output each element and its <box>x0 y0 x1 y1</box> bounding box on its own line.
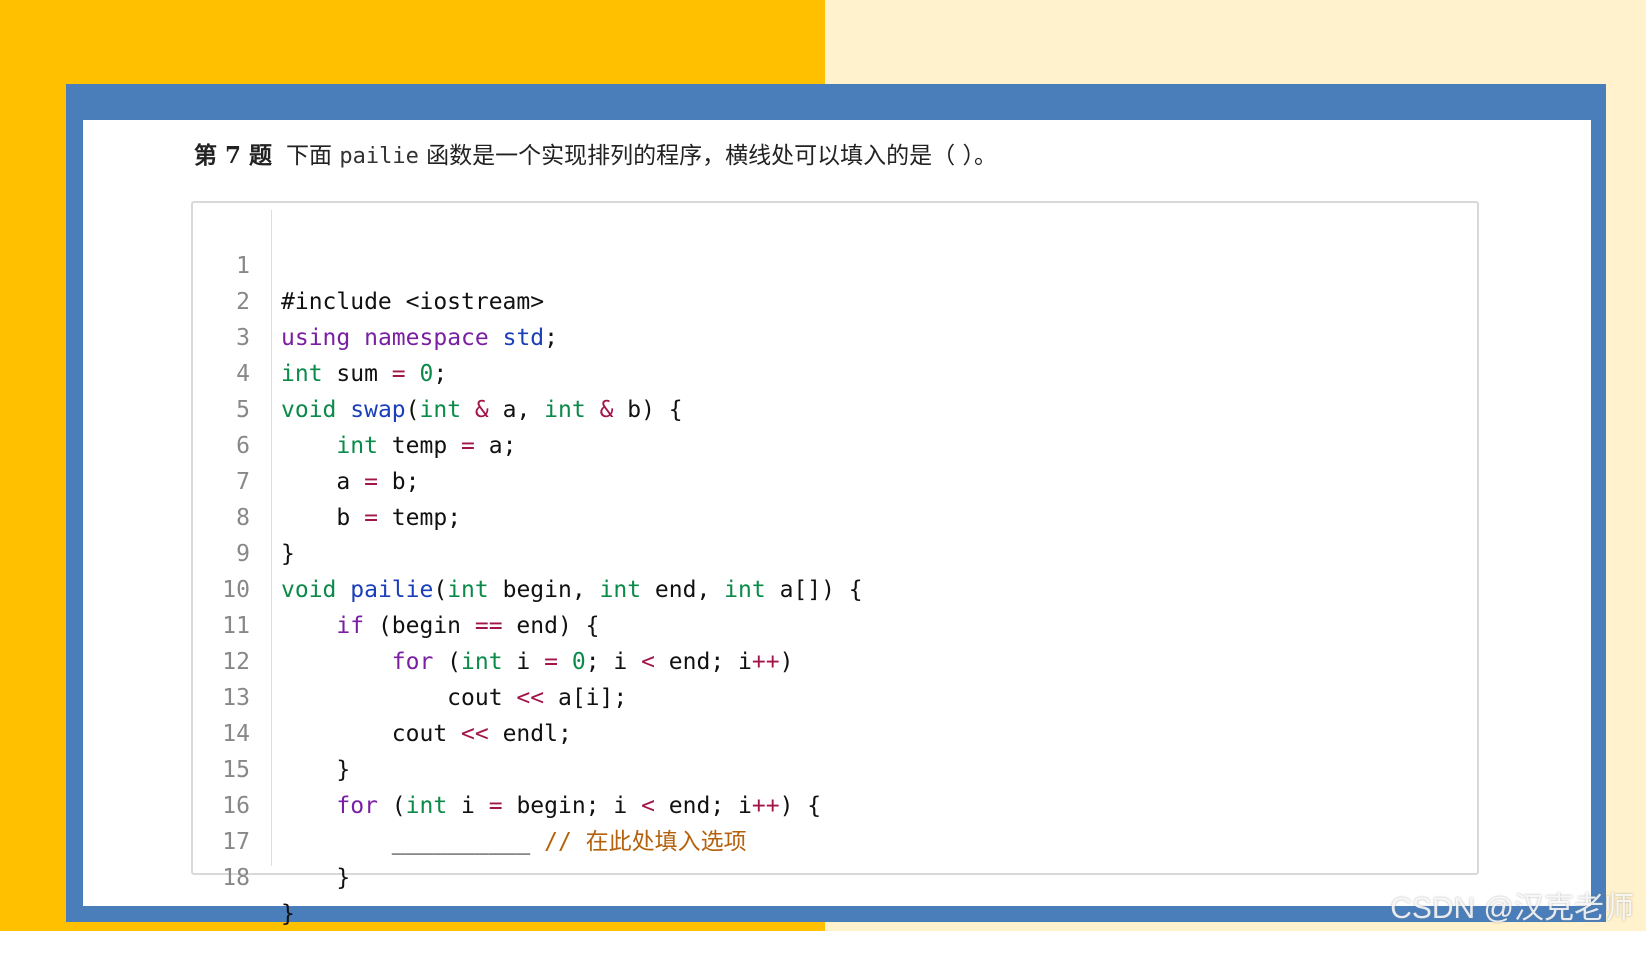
line-number: 6 <box>236 433 250 459</box>
question-number: 第 7 题 <box>194 142 273 169</box>
code-text: cout << a[i]; <box>447 685 628 711</box>
code-line-3: 3 int sum = 0; <box>0 284 447 387</box>
code-line-2: 2 using namespace std; <box>0 248 558 351</box>
line-number: 9 <box>236 541 250 567</box>
code-text: for (int i = begin; i < end; i++) { <box>336 793 822 819</box>
code-text: for (int i = 0; i < end; i++) <box>391 649 794 675</box>
line-number: 1 <box>236 253 250 279</box>
line-number: 14 <box>222 721 250 747</box>
line-number: 5 <box>236 397 250 423</box>
question-text: 第 7 题下面 pailie 函数是一个实现排列的程序，横线处可以填入的是（ ）… <box>194 136 997 176</box>
line-number: 16 <box>222 793 250 819</box>
code-text: int sum = 0; <box>281 361 448 387</box>
line-number: 8 <box>236 505 250 531</box>
code-line-16: 16 __________ // 在此处填入选项 <box>0 752 746 855</box>
code-line-9: 9 void pailie(int begin, int end, int a[… <box>0 500 863 603</box>
fill-in-blank: __________ <box>391 829 531 855</box>
question-text-before: 下面 <box>286 143 340 169</box>
code-line-4: 4 void swap(int & a, int & b) { <box>0 320 683 423</box>
line-number: 13 <box>222 685 250 711</box>
code-text: cout << endl; <box>391 721 572 747</box>
code-text: } <box>336 757 351 783</box>
line-number: 18 <box>222 865 250 891</box>
code-line-6: 6 a = b; <box>0 392 419 495</box>
code-text: a = b; <box>336 469 420 495</box>
code-text: using namespace std; <box>281 325 558 351</box>
code-line-10: 10 if (begin == end) { <box>0 536 599 639</box>
line-number: 3 <box>236 325 250 351</box>
code-text: } <box>281 541 295 567</box>
code-text: } <box>336 865 351 891</box>
line-number: 2 <box>236 289 250 315</box>
gutter-divider <box>271 210 272 866</box>
line-number: 4 <box>236 361 250 387</box>
function-name: pailie <box>339 144 419 169</box>
line-number: 11 <box>222 613 250 639</box>
code-text: #include <iostream> <box>281 289 545 315</box>
code-text: } <box>281 901 295 927</box>
code-line-13: 13 cout << endl; <box>0 644 572 747</box>
code-line-12: 12 cout << a[i]; <box>0 608 627 711</box>
line-number: 12 <box>222 649 250 675</box>
code-text: if (begin == end) { <box>336 613 600 639</box>
code-line-1: 1 #include <iostream> <box>0 212 544 315</box>
line-number: 10 <box>222 577 250 603</box>
code-line-11: 11 for (int i = 0; i < end; i++) <box>0 572 793 675</box>
code-text: int temp = a; <box>336 433 517 459</box>
code-line-14: 14 } <box>0 680 350 783</box>
code-text: void swap(int & a, int & b) { <box>281 397 683 423</box>
code-line-5: 5 int temp = a; <box>0 356 516 459</box>
code-line-7: 7 b = temp; <box>0 428 461 531</box>
line-number: 7 <box>236 469 250 495</box>
code-line-18: 18 } <box>0 824 295 927</box>
code-comment: // <box>544 829 586 855</box>
code-comment-text: 在此处填入选项 <box>585 829 747 855</box>
code-text: void pailie(int begin, int end, int a[])… <box>281 577 863 603</box>
code-text: b = temp; <box>336 505 462 531</box>
code-line-17: 17 } <box>0 788 350 891</box>
code-text: __________ // 在此处填入选项 <box>281 824 747 860</box>
line-number: 17 <box>222 829 250 855</box>
code-line-8: 8 } <box>0 464 295 567</box>
code-line-15: 15 for (int i = begin; i < end; i++) { <box>0 716 821 819</box>
question-text-after: 函数是一个实现排列的程序，横线处可以填入的是（ ）。 <box>418 143 997 169</box>
watermark: CSDN @汉克老师 <box>1390 892 1634 925</box>
line-number: 15 <box>222 757 250 783</box>
